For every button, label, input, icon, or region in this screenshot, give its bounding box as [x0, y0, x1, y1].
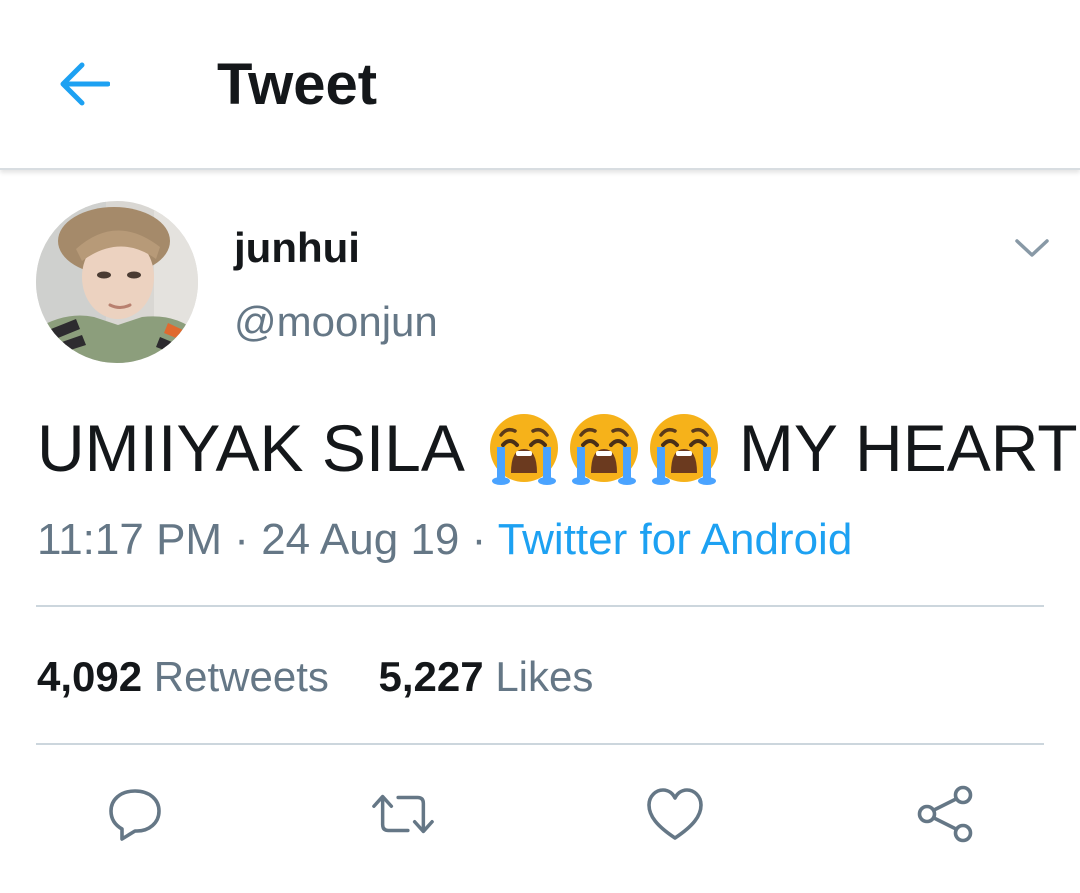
chevron-down-icon: [1015, 239, 1049, 257]
share-button[interactable]: [913, 782, 977, 846]
heart-icon: [647, 788, 703, 840]
tweet-text-end: MY HEART: [738, 411, 1078, 485]
tweet-time: 11:17 PM: [37, 515, 223, 564]
meta-separator: ·: [222, 515, 262, 564]
page-title: Tweet: [217, 52, 378, 117]
retweet-button[interactable]: [371, 782, 435, 846]
likes-count: 5,227: [378, 653, 484, 700]
tweet-text-start: UMIIYAK SILA: [37, 411, 465, 485]
emoji-group: [487, 411, 721, 485]
retweet-icon: [372, 794, 434, 834]
reply-icon: [109, 789, 161, 841]
likes-stat[interactable]: 5,227 Likes: [379, 652, 594, 702]
tweet-text: UMIIYAK SILA MY HEART: [37, 410, 1078, 486]
user-handle[interactable]: @moonjun: [234, 298, 438, 346]
divider: [36, 605, 1044, 607]
reply-button[interactable]: [103, 782, 167, 846]
crying-face-emoji: [489, 414, 558, 485]
display-name[interactable]: junhui: [234, 224, 360, 272]
more-options-button[interactable]: [1008, 224, 1056, 272]
divider: [36, 743, 1044, 745]
retweets-stat[interactable]: 4,092 Retweets: [37, 652, 329, 702]
tweet-date: 24 Aug 19: [261, 515, 460, 564]
back-button[interactable]: [52, 52, 116, 116]
app-header: Tweet: [0, 0, 1080, 170]
retweets-count: 4,092: [37, 653, 143, 700]
avatar[interactable]: [36, 201, 198, 363]
crying-face-emoji: [649, 414, 718, 485]
like-button[interactable]: [643, 782, 707, 846]
tweet-meta: 11:17 PM · 24 Aug 19 · Twitter for Andro…: [37, 514, 852, 566]
retweets-label: Retweets: [153, 653, 329, 700]
tweet-stats: 4,092 Retweets 5,227 Likes: [37, 652, 593, 702]
share-icon: [917, 785, 973, 843]
meta-separator: ·: [459, 515, 498, 564]
crying-face-emoji: [569, 414, 638, 485]
tweet-source-link[interactable]: Twitter for Android: [498, 515, 853, 564]
likes-label: Likes: [495, 653, 594, 700]
arrow-left-icon: [60, 62, 110, 106]
avatar-image: [36, 201, 198, 363]
